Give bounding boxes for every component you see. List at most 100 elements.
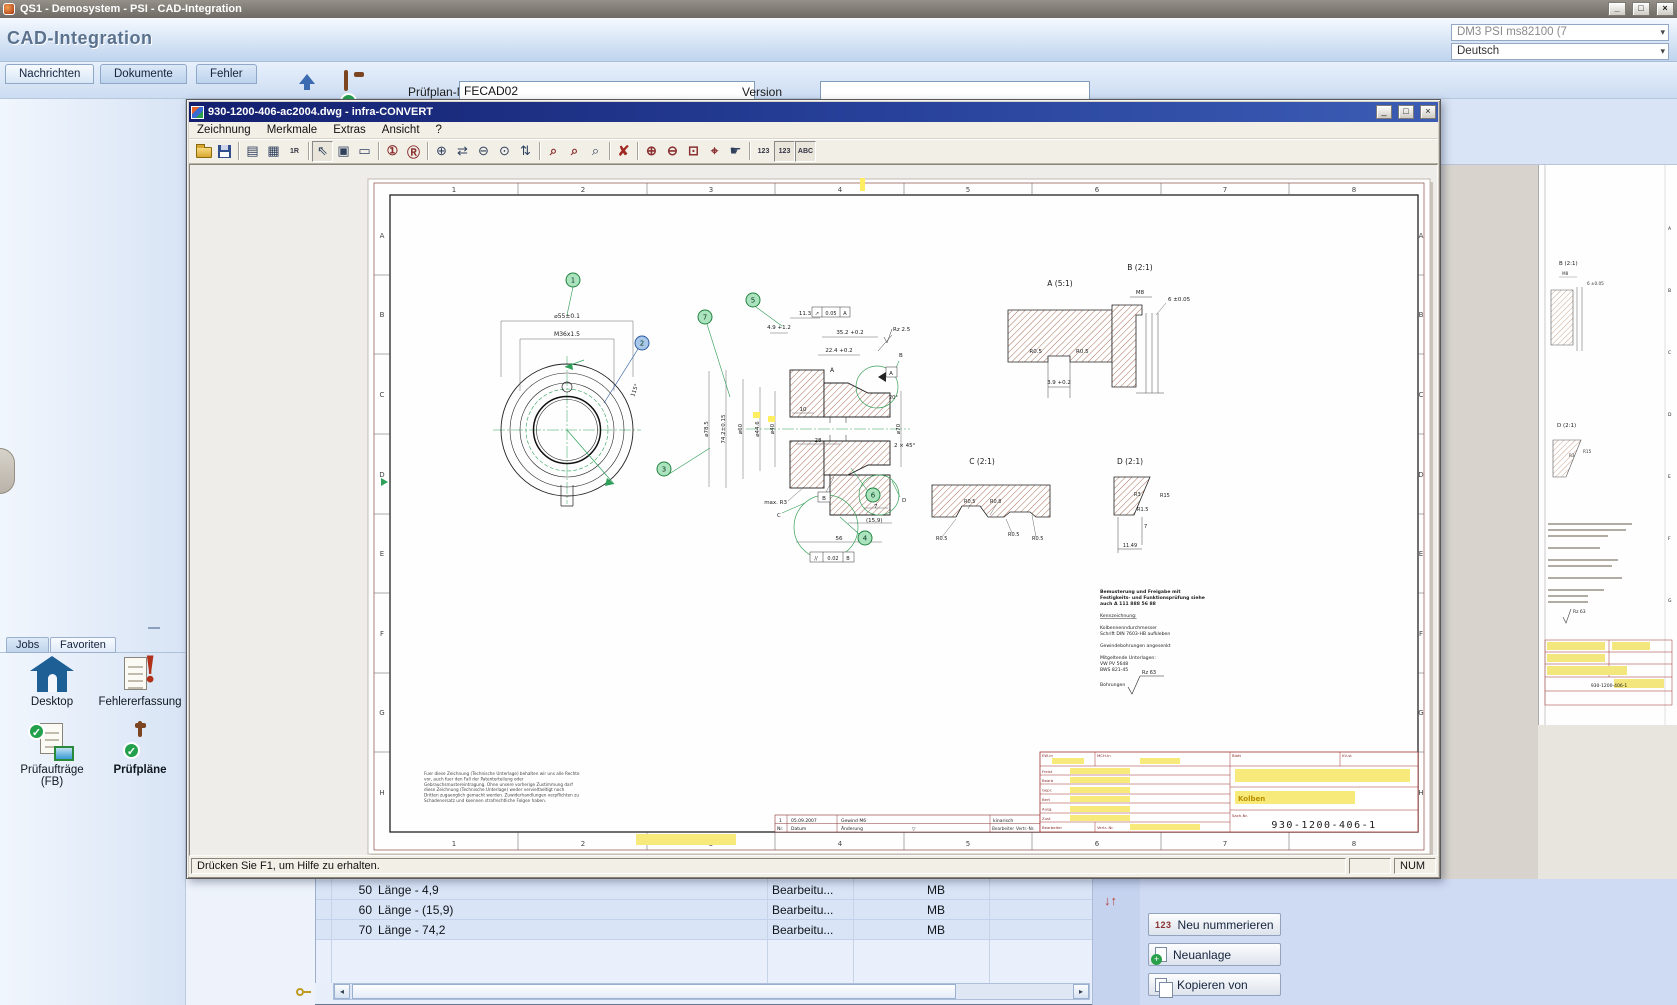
zoom-stamp-box-icon[interactable]: ⌕: [564, 141, 585, 162]
drawing-canvas[interactable]: 1 2 3 4 5 6 7 8 1 2 3 4 5 6 7 8 A B C D …: [189, 164, 1438, 856]
cad-menubar: Zeichnung Merkmale Extras Ansicht ?: [189, 122, 1438, 139]
title-block: EW-In MCH-In Blatt KV-st Freist Bearb Ge…: [1040, 752, 1418, 832]
stamp-revision-icon[interactable]: Ⓡ: [403, 141, 424, 162]
balloon-number: 1: [571, 277, 575, 285]
cad-maximize-button[interactable]: □: [1398, 105, 1414, 119]
row-sign: MB: [927, 883, 945, 897]
folder-icon: [196, 147, 212, 158]
chevron-down-icon: ▾: [1660, 46, 1665, 57]
zoom-in-icon[interactable]: ⊕: [641, 141, 662, 162]
shortcut-label-2: (FB): [4, 776, 100, 788]
sidebar-item-pruefauftraege[interactable]: ✓ Prüfaufträge (FB): [4, 723, 100, 788]
sidebar-item-pruefplaene[interactable]: ✓ Prüfpläne: [100, 723, 180, 776]
menu-merkmale[interactable]: Merkmale: [259, 123, 325, 137]
tab-nachrichten[interactable]: Nachrichten: [5, 64, 94, 84]
stamp-number-icon[interactable]: ①: [382, 141, 403, 162]
cad-titlebar[interactable]: 930-1200-406-ac2004.dwg - infra-CONVERT …: [189, 102, 1438, 122]
row-label: F: [1419, 630, 1423, 638]
zoom-stamp-free-icon[interactable]: ⌕: [585, 141, 606, 162]
inspection-plan-icon: ✓: [123, 723, 157, 761]
menu-zeichnung[interactable]: Zeichnung: [189, 123, 259, 137]
note-line: auch A 111 888 56 88: [1100, 601, 1156, 607]
characteristic-swap-icon[interactable]: ⇄: [452, 141, 473, 162]
dim-label: R1.5: [1137, 507, 1148, 513]
characteristic-check-icon[interactable]: ⊙: [494, 141, 515, 162]
preview-row-letter: G: [1668, 598, 1672, 604]
create-new-button[interactable]: Neuanlage: [1148, 943, 1281, 966]
pan-icon[interactable]: ☛: [725, 141, 746, 162]
restore-button[interactable]: □: [1632, 2, 1650, 16]
filter-number-icon[interactable]: 123: [774, 141, 795, 162]
sidebar-collapse-handle[interactable]: [0, 448, 15, 494]
scrollbar-thumb[interactable]: [352, 984, 956, 999]
horizontal-scrollbar[interactable]: ◂ ▸: [333, 983, 1090, 1000]
cad-close-button[interactable]: ×: [1420, 105, 1436, 119]
copy-from-button[interactable]: Kopieren von: [1148, 973, 1281, 996]
zoom-fit-icon[interactable]: ⌖: [704, 141, 725, 162]
tab-dokumente[interactable]: Dokumente: [100, 64, 187, 84]
preview-dim: R15: [1583, 449, 1592, 454]
sidebar-tab-favoriten[interactable]: Favoriten: [50, 637, 116, 653]
row-label: F: [380, 630, 384, 638]
col-label: 4: [838, 840, 843, 848]
select-characteristic-icon[interactable]: ▣: [333, 141, 354, 162]
characteristic-remove-icon[interactable]: ⊖: [473, 141, 494, 162]
preview-part-number: 930-1200-406-1: [1591, 683, 1628, 689]
dim-label: ⌀70: [896, 423, 902, 434]
sidebar-item-fehlererfassung[interactable]: ! Fehlererfassung: [96, 656, 184, 708]
open-icon[interactable]: [193, 141, 214, 162]
splitter-handle[interactable]: [148, 627, 160, 629]
exclamation-icon: !: [142, 652, 158, 688]
characteristic-form-icon[interactable]: ▦: [263, 141, 284, 162]
select-tool-icon[interactable]: ⇖: [312, 141, 333, 162]
new-document-icon: [1155, 947, 1167, 962]
scroll-right-icon[interactable]: ▸: [1073, 984, 1089, 999]
menu-ansicht[interactable]: Ansicht: [374, 123, 428, 137]
first-number-icon[interactable]: 1R: [284, 141, 305, 162]
preview-detail-b-title: B (2:1): [1559, 261, 1578, 267]
row-status: Bearbeitu...: [772, 903, 833, 917]
dim-label: 28: [815, 438, 822, 444]
characteristic-list-icon[interactable]: ▤: [242, 141, 263, 162]
row-label: B: [1419, 311, 1424, 319]
menu-extras[interactable]: Extras: [325, 123, 374, 137]
save-icon[interactable]: [214, 141, 235, 162]
technical-drawing: 1 2 3 4 5 6 7 8 1 2 3 4 5 6 7 8 A B C D …: [190, 165, 1437, 855]
filter-text-icon[interactable]: ABC: [795, 141, 816, 162]
preview-sheet: B (2:1) M8 6 ±0.05 D (2:1) R3 R15 Rz 63: [1538, 165, 1677, 725]
select-area-icon[interactable]: ▭: [354, 141, 375, 162]
cad-statusbar: Drücken Sie F1, um Hilfe zu erhalten. NU…: [189, 856, 1438, 877]
dim-label: 11.49: [1123, 543, 1137, 549]
scroll-left-icon[interactable]: ◂: [334, 984, 350, 999]
sidebar-tab-jobs[interactable]: Jobs: [6, 637, 49, 653]
title-block-label: Bearb: [1042, 778, 1054, 783]
tab-fehler[interactable]: Fehler: [196, 64, 257, 84]
language-select[interactable]: Deutsch ▾: [1451, 43, 1669, 60]
menu-help[interactable]: ?: [428, 123, 450, 137]
dim-label: R0.5: [1032, 536, 1043, 542]
button-label: Neu nummerieren: [1178, 918, 1274, 932]
renumber-icon[interactable]: 123: [753, 141, 774, 162]
zoom-out-icon[interactable]: ⊖: [662, 141, 683, 162]
profile-select[interactable]: DM3 PSI ms82100 (7 ▾: [1451, 24, 1669, 41]
pruefplan-input[interactable]: [459, 81, 755, 100]
characteristic-add-icon[interactable]: ⊕: [431, 141, 452, 162]
version-input[interactable]: [820, 81, 1090, 100]
scroll-up-icon[interactable]: [299, 66, 315, 83]
characteristic-align-icon[interactable]: ⇅: [515, 141, 536, 162]
minimize-button[interactable]: _: [1608, 2, 1626, 16]
delete-icon[interactable]: ✘: [613, 141, 634, 162]
sort-arrows-icon[interactable]: ↓↑: [1104, 893, 1117, 908]
cad-minimize-button[interactable]: _: [1376, 105, 1392, 119]
table-row[interactable]: 50 Länge - 4,9 Bearbeitu... MB: [316, 880, 1093, 900]
sidebar-item-desktop[interactable]: Desktop: [10, 656, 94, 708]
zoom-stamp-icon[interactable]: ⌕: [543, 141, 564, 162]
table-row[interactable]: 70 Länge - 74,2 Bearbeitu... MB: [316, 920, 1093, 940]
preview-dim: R3: [1569, 453, 1575, 458]
dim-label: ⌀78.5: [704, 421, 710, 437]
row-label: D: [379, 471, 384, 479]
close-button[interactable]: ×: [1656, 2, 1674, 16]
zoom-window-icon[interactable]: ⊡: [683, 141, 704, 162]
table-row[interactable]: 60 Länge - (15,9) Bearbeitu... MB: [316, 900, 1093, 920]
renumber-button[interactable]: 123 Neu nummerieren: [1148, 913, 1281, 936]
